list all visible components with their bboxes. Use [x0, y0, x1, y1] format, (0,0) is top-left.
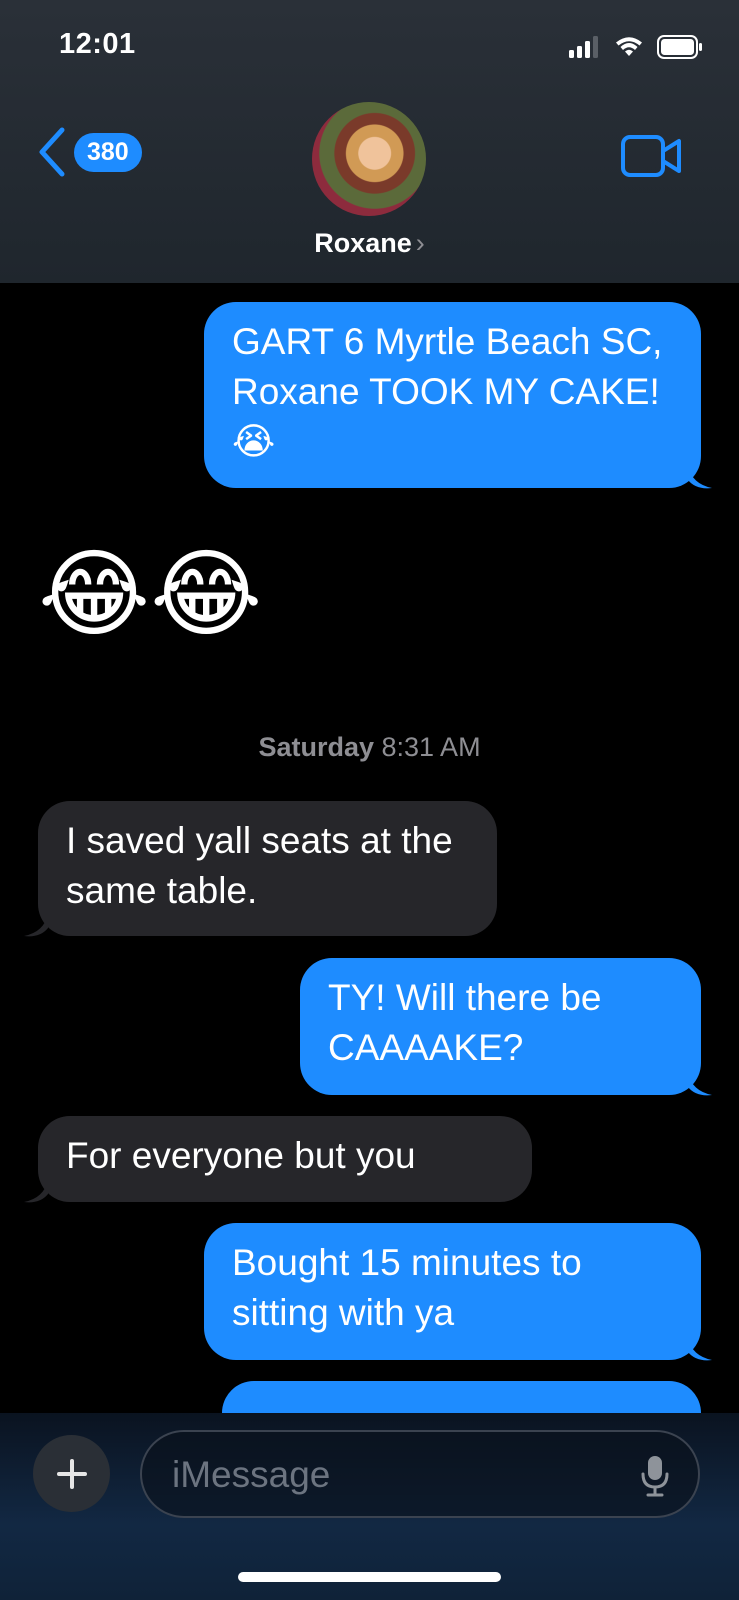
back-button[interactable]: 380 [36, 127, 142, 177]
bubble-tail [688, 1338, 712, 1361]
contact-name-label: Roxane [314, 228, 412, 258]
message-text: I saved yall seats at the same table. [66, 820, 453, 911]
message-text: For everyone but you [66, 1135, 416, 1176]
message-bubble-incoming[interactable]: I saved yall seats at the same table. [38, 801, 497, 936]
bubble-tail [24, 914, 48, 937]
message-text: TY! Will there be CAAAAKE? [328, 977, 602, 1068]
contact-avatar[interactable] [312, 102, 426, 216]
back-chevron-icon [39, 127, 65, 177]
timestamp-day: Saturday [258, 732, 374, 762]
signal-icon [569, 36, 598, 58]
message-text: GART 6 Myrtle Beach SC, Roxane TOOK MY C… [232, 321, 663, 462]
message-bubble-outgoing[interactable]: GART 6 Myrtle Beach SC, Roxane TOOK MY C… [204, 302, 701, 488]
home-indicator[interactable] [238, 1572, 501, 1582]
message-bubble-outgoing[interactable]: TY! Will there be CAAAAKE? [300, 958, 701, 1095]
wifi-icon [616, 37, 642, 56]
video-call-icon[interactable] [621, 134, 683, 178]
message-text: Bought 15 minutes to sitting with ya [232, 1242, 582, 1333]
contact-name[interactable]: Roxane › [0, 228, 739, 259]
status-icons [569, 34, 703, 60]
message-bubble-outgoing[interactable]: Bought 15 minutes to sitting with ya [204, 1223, 701, 1360]
timestamp-time: 8:31 AM [381, 732, 481, 762]
plus-icon [56, 1458, 87, 1489]
chevron-right-icon: › [415, 228, 425, 258]
message-input-field[interactable] [140, 1430, 700, 1518]
status-time: 12:01 [59, 28, 136, 60]
bubble-tail [24, 1180, 48, 1203]
bubble-tail [688, 1073, 712, 1096]
message-bubble-incoming[interactable]: For everyone but you [38, 1116, 532, 1202]
message-emoji-incoming[interactable]: 😂😂 [38, 540, 262, 650]
bubble-tail [688, 466, 712, 489]
conversation-header: 12:01 380 Roxane › [0, 0, 739, 283]
microphone-icon[interactable] [640, 1454, 670, 1498]
conversation-timestamp: Saturday 8:31 AM [0, 732, 739, 763]
compose-bar [0, 1413, 739, 1600]
unread-count-badge: 380 [74, 132, 142, 172]
message-text: 😂😂 [38, 541, 263, 648]
battery-icon [657, 35, 702, 59]
apps-button[interactable] [33, 1435, 110, 1512]
message-input[interactable] [170, 1448, 614, 1502]
